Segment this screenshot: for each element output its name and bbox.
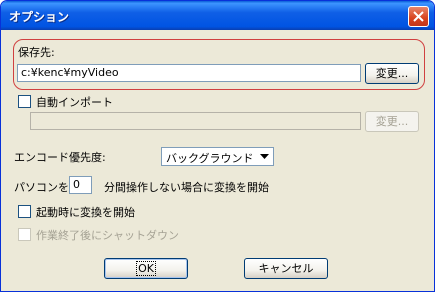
save-location-label: 保存先: bbox=[18, 46, 55, 59]
title-bar[interactable]: オプション bbox=[1, 1, 434, 30]
save-path-field[interactable]: c:¥kenc¥myVideo bbox=[17, 64, 361, 82]
window-title: オプション bbox=[9, 10, 70, 24]
dropdown-arrow[interactable] bbox=[257, 149, 272, 164]
shutdown-after-checkbox bbox=[18, 228, 31, 241]
startup-convert-checkbox[interactable] bbox=[18, 205, 31, 218]
auto-import-change-button: 変更... bbox=[365, 111, 419, 132]
save-change-button[interactable]: 変更... bbox=[365, 63, 419, 84]
ok-button[interactable]: OK bbox=[104, 258, 188, 279]
startup-convert-label: 起動時に変換を開始 bbox=[36, 206, 135, 219]
options-dialog: オプション 保存先: c:¥kenc¥myVideo 変更... 自動インポート… bbox=[0, 0, 435, 292]
auto-import-label: 自動インポート bbox=[36, 96, 113, 109]
idle-minutes-field[interactable]: 0 bbox=[69, 176, 92, 194]
encode-priority-label: エンコード優先度: bbox=[14, 151, 106, 164]
encode-priority-select[interactable]: バックグラウンド bbox=[161, 147, 274, 166]
shutdown-after-label: 作業終了後にシャットダウン bbox=[36, 229, 179, 242]
auto-import-checkbox[interactable] bbox=[18, 95, 31, 108]
encode-priority-value: バックグラウンド bbox=[166, 152, 254, 165]
cancel-button[interactable]: キャンセル bbox=[244, 258, 328, 279]
close-icon bbox=[413, 11, 424, 22]
auto-import-path-field bbox=[30, 112, 361, 130]
idle-suffix-label: 分間操作しない場合に変換を開始 bbox=[104, 181, 269, 194]
ok-button-label: OK bbox=[136, 261, 156, 276]
chevron-down-icon bbox=[260, 154, 269, 159]
idle-prefix-label: パソコンを bbox=[14, 181, 69, 194]
close-button[interactable] bbox=[408, 6, 429, 27]
